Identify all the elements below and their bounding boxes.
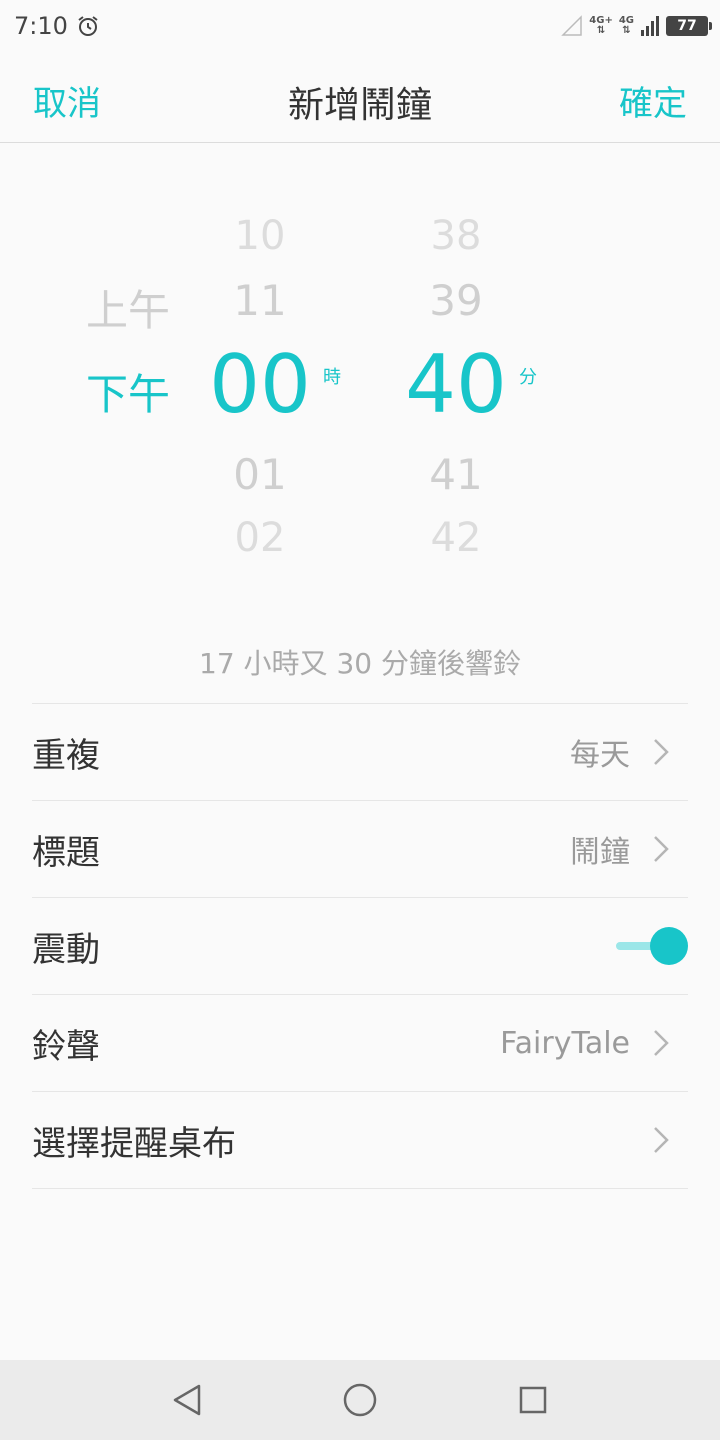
minute-option[interactable]: 42 bbox=[396, 515, 516, 561]
chevron-right-icon bbox=[654, 1127, 669, 1153]
ampm-option-selected[interactable]: 下午 bbox=[70, 361, 186, 422]
setting-label: 重複 bbox=[32, 735, 100, 776]
hour-unit-label: 時 bbox=[323, 367, 341, 388]
back-triangle-icon bbox=[173, 1384, 200, 1416]
setting-row-ringtone[interactable]: 鈴聲 FairyTale bbox=[32, 995, 688, 1092]
setting-row-repeat[interactable]: 重複 每天 bbox=[32, 704, 688, 801]
hour-option[interactable]: 02 bbox=[200, 515, 320, 561]
setting-label: 選擇提醒桌布 bbox=[32, 1123, 236, 1164]
alarm-settings-list: 重複 每天 標題 鬧鐘 震動 鈴聲 FairyTale 選擇提醒桌布 bbox=[32, 703, 688, 1189]
minute-option[interactable]: 41 bbox=[396, 450, 516, 499]
setting-label: 震動 bbox=[32, 929, 100, 970]
setting-right: 每天 bbox=[570, 730, 688, 774]
status-time: 7:10 bbox=[14, 12, 68, 40]
setting-label: 鈴聲 bbox=[32, 1026, 100, 1067]
time-picker: 上午 下午 10 11 00 01 02 時 38 39 40 41 42 分 bbox=[0, 143, 720, 623]
ring-countdown-text: 17 小時又 30 分鐘後響鈴 bbox=[199, 647, 521, 680]
hour-wheel[interactable]: 10 11 00 01 02 bbox=[200, 143, 320, 623]
header: 取消 新增鬧鐘 確定 bbox=[0, 52, 720, 143]
setting-right bbox=[652, 1125, 688, 1155]
home-circle-icon bbox=[343, 1383, 377, 1417]
page-title: 新增鬧鐘 bbox=[287, 85, 432, 126]
status-right: 4G+ ⇅ 4G ⇅ 77 bbox=[561, 15, 712, 37]
status-left: 7:10 bbox=[14, 12, 100, 40]
ampm-wheel[interactable]: 上午 下午 bbox=[70, 143, 186, 623]
status-bar: 7:10 4G+ ⇅ 4G ⇅ 77 bbox=[0, 0, 720, 52]
recents-button[interactable] bbox=[503, 1370, 563, 1430]
setting-row-title[interactable]: 標題 鬧鐘 bbox=[32, 801, 688, 898]
setting-value: 每天 bbox=[570, 738, 630, 773]
signal-empty-icon bbox=[561, 15, 583, 36]
signal-bars-icon bbox=[641, 16, 659, 36]
setting-label: 標題 bbox=[32, 832, 100, 873]
ampm-option-am[interactable]: 上午 bbox=[70, 277, 186, 338]
hour-option[interactable]: 11 bbox=[200, 276, 320, 325]
chevron-right-icon bbox=[654, 836, 669, 862]
minute-option[interactable]: 39 bbox=[396, 276, 516, 325]
setting-right: 鬧鐘 bbox=[570, 827, 688, 871]
setting-row-vibrate: 震動 bbox=[32, 898, 688, 995]
toggle-knob bbox=[650, 927, 688, 965]
hour-option[interactable]: 01 bbox=[200, 450, 320, 499]
data-arrows-icon: ⇅ bbox=[596, 25, 606, 36]
chevron-right-icon bbox=[654, 1030, 669, 1056]
network-4g-plus: 4G+ ⇅ bbox=[589, 15, 613, 36]
setting-value: 鬧鐘 bbox=[570, 835, 630, 870]
minute-option[interactable]: 38 bbox=[396, 213, 516, 259]
setting-row-wallpaper[interactable]: 選擇提醒桌布 bbox=[32, 1092, 688, 1189]
recents-square-icon bbox=[520, 1386, 547, 1414]
chevron-right-icon bbox=[654, 739, 669, 765]
home-button[interactable] bbox=[330, 1370, 390, 1430]
hour-selected[interactable]: 00 bbox=[200, 338, 320, 431]
data-arrows-icon: ⇅ bbox=[622, 25, 631, 36]
setting-right: FairyTale bbox=[500, 1026, 688, 1061]
minute-unit-label: 分 bbox=[519, 367, 537, 388]
network-4g: 4G ⇅ bbox=[618, 15, 634, 36]
minute-selected[interactable]: 40 bbox=[396, 338, 516, 431]
setting-value: FairyTale bbox=[500, 1025, 630, 1061]
hour-option[interactable]: 10 bbox=[200, 213, 320, 259]
vibrate-toggle[interactable] bbox=[616, 926, 688, 966]
alarm-clock-icon bbox=[78, 16, 98, 36]
minute-wheel[interactable]: 38 39 40 41 42 bbox=[396, 143, 516, 623]
battery-indicator: 77 bbox=[666, 16, 712, 36]
confirm-button[interactable]: 確定 bbox=[619, 76, 687, 125]
system-nav-bar bbox=[0, 1360, 720, 1440]
back-button[interactable] bbox=[157, 1370, 217, 1430]
